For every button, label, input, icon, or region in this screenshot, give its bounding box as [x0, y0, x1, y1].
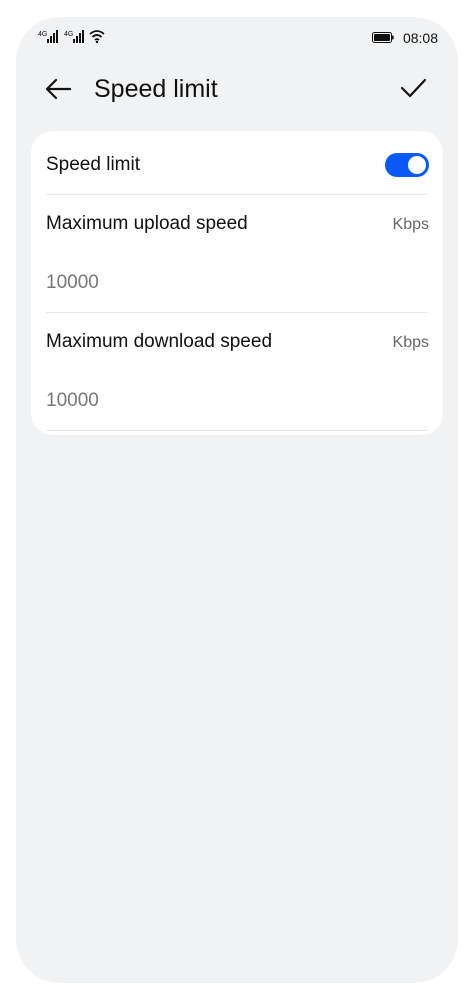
phone-screen: 4G 4G 08:08 Speed limit Speed limit Maxi…	[16, 17, 458, 983]
download-speed-label: Maximum download speed	[46, 331, 273, 352]
status-bar: 4G 4G 08:08	[16, 17, 458, 57]
signal-icon: 4G	[64, 30, 84, 43]
back-arrow-icon[interactable]	[42, 73, 74, 105]
svg-text:4G: 4G	[38, 31, 47, 38]
speed-limit-toggle[interactable]	[385, 153, 429, 177]
toggle-knob	[408, 156, 426, 174]
wifi-icon	[89, 30, 105, 43]
page-title: Speed limit	[94, 75, 218, 103]
upload-speed-input[interactable]	[46, 271, 406, 295]
divider	[46, 312, 428, 313]
status-time: 08:08	[402, 30, 438, 46]
speed-limit-label: Speed limit	[46, 154, 140, 175]
divider	[46, 194, 428, 195]
divider	[46, 430, 428, 431]
signal-icon: 4G	[38, 30, 58, 43]
download-unit: Kbps	[392, 334, 429, 351]
settings-card: Speed limit Maximum upload speed Kbps Ma…	[31, 131, 443, 435]
battery-icon	[372, 32, 394, 43]
check-icon[interactable]	[398, 73, 428, 103]
svg-text:4G: 4G	[64, 31, 73, 38]
download-speed-input[interactable]	[46, 389, 406, 413]
header: Speed limit	[16, 65, 458, 113]
upload-unit: Kbps	[392, 216, 429, 233]
upload-speed-label: Maximum upload speed	[46, 213, 248, 234]
